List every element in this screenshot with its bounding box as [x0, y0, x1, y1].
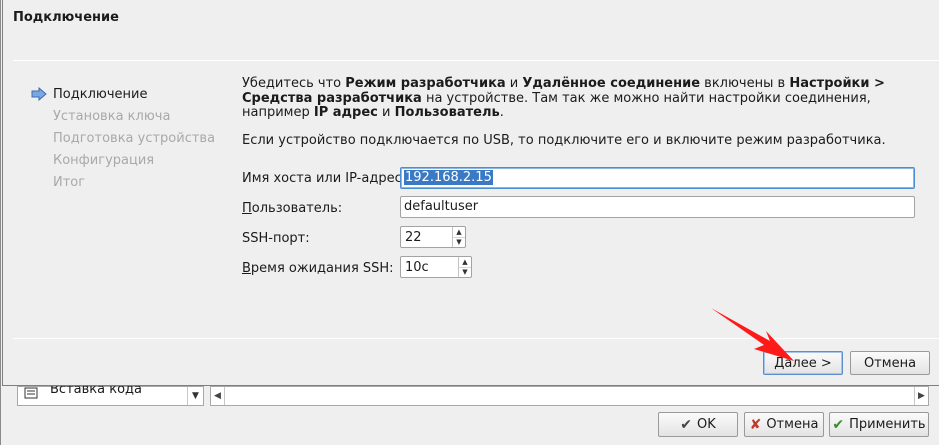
step-label: Установка ключа: [53, 109, 171, 124]
spin-buttons[interactable]: ▲ ▼: [458, 257, 471, 277]
annotation-arrow-icon: [711, 308, 794, 361]
ssh-port-label: SSH-порт:: [242, 231, 310, 246]
step-key-install: Установка ключа: [31, 108, 215, 130]
ssh-port-spinbox[interactable]: 22 ▲ ▼: [400, 226, 466, 248]
scroll-left-icon[interactable]: ◀: [211, 387, 225, 405]
step-device-prep: Подготовка устройства: [31, 130, 215, 152]
user-input-value: defaultuser: [404, 199, 479, 214]
step-label: Конфигурация: [53, 153, 155, 168]
check-icon: ✔: [832, 416, 845, 433]
apply-button[interactable]: ✔ Применить: [829, 412, 929, 437]
connection-wizard-dialog: Подключение Подключение Установка ключа …: [2, 0, 939, 386]
step-summary: Итог: [31, 174, 215, 196]
spin-buttons[interactable]: ▲ ▼: [452, 227, 465, 247]
ssh-timeout-spinbox[interactable]: 10с ▲ ▼: [400, 256, 472, 278]
ssh-port-value: 22: [405, 230, 422, 245]
ok-button-label: OK: [696, 417, 716, 432]
chevron-up-icon[interactable]: ▲: [459, 257, 471, 268]
ssh-timeout-value: 10с: [405, 260, 429, 275]
host-input[interactable]: 192.168.2.15: [400, 167, 915, 189]
scroll-right-icon[interactable]: ▶: [914, 387, 928, 405]
cancel-button-label: Отмена: [863, 355, 917, 371]
user-input[interactable]: defaultuser: [400, 196, 915, 218]
chevron-down-icon[interactable]: ▼: [453, 238, 465, 248]
chevron-up-icon[interactable]: ▲: [453, 227, 465, 238]
ssh-timeout-label: Время ожидания SSH:: [242, 261, 394, 276]
ok-icon: ✔: [680, 416, 692, 433]
user-label: Пользователь:: [242, 201, 343, 216]
wizard-steps: Подключение Установка ключа Подготовка у…: [31, 86, 215, 196]
host-label: Имя хоста или IP-адрес:: [242, 171, 407, 186]
ok-button[interactable]: ✔ OK: [658, 412, 738, 437]
step-label: Итог: [53, 175, 86, 190]
arrow-right-icon: [31, 87, 47, 101]
step-connection: Подключение: [31, 86, 215, 108]
chevron-down-icon[interactable]: ▼: [187, 387, 203, 405]
chevron-down-icon[interactable]: ▼: [459, 268, 471, 278]
divider: [13, 338, 939, 339]
snippet-combo[interactable]: Вставка кода ▼: [17, 382, 204, 406]
divider: [13, 60, 939, 61]
cancel-button[interactable]: Отмена: [850, 351, 930, 375]
snippet-icon: [24, 387, 38, 399]
bg-cancel-button-label: Отмена: [766, 417, 819, 432]
bg-cancel-button[interactable]: ✘ Отмена: [744, 412, 824, 437]
page-title: Подключение: [13, 10, 119, 25]
host-input-value: 192.168.2.15: [404, 170, 493, 185]
instructions-text: Убедитесь что Режим разработчика и Удалё…: [242, 76, 885, 120]
step-configuration: Конфигурация: [31, 152, 215, 174]
cancel-icon: ✘: [749, 416, 762, 433]
window-edge: [0, 0, 1, 445]
step-label: Подготовка устройства: [53, 131, 216, 146]
usb-hint-text: Если устройство подключается по USB, то …: [242, 133, 886, 148]
step-label: Подключение: [53, 87, 148, 102]
apply-button-label: Применить: [849, 417, 926, 432]
horizontal-scrollbar[interactable]: ◀ ▶: [210, 386, 929, 406]
